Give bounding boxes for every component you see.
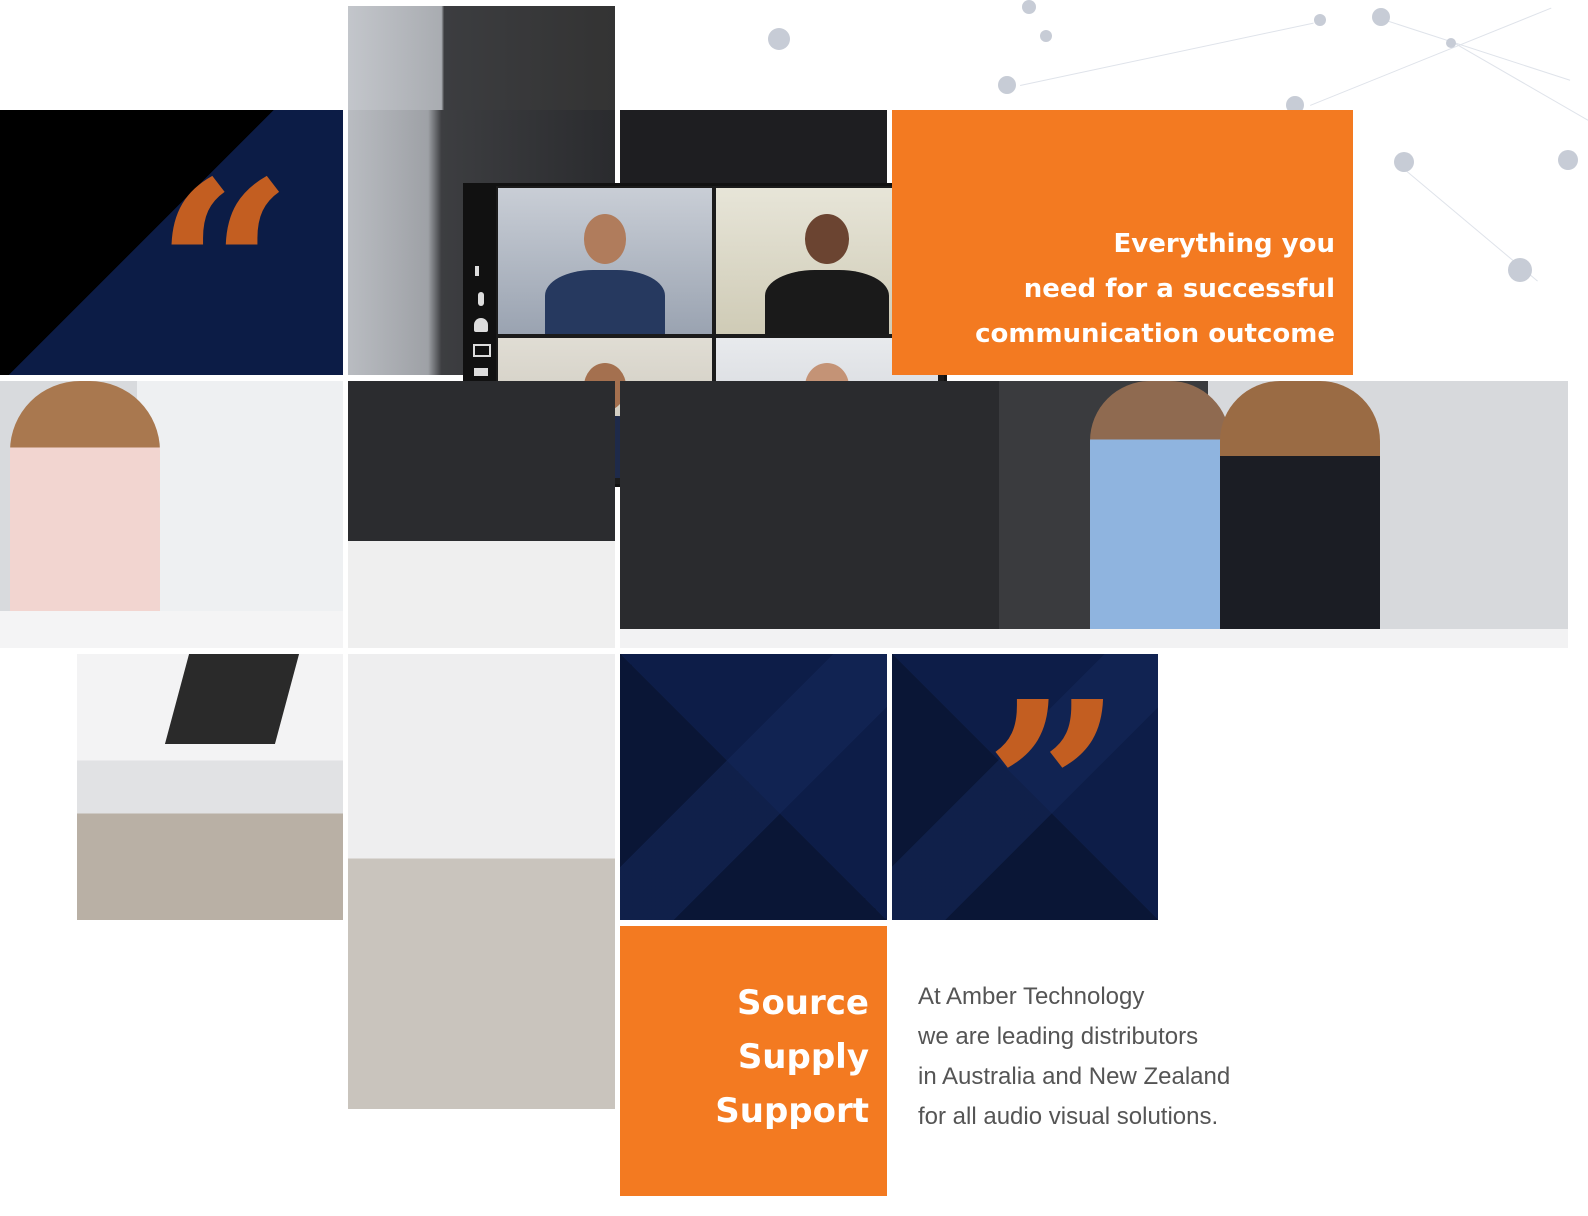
quote-close-tile: ” [892, 654, 1158, 920]
tagline-tile: Source Supply Support [620, 926, 887, 1196]
description-line-2: we are leading distributors [918, 1023, 1199, 1050]
headline-line-1: Everything you [1113, 229, 1335, 259]
headline-line-3: communication outcome [975, 319, 1335, 349]
quote-open-tile: “ [0, 110, 343, 375]
monitor-icon [473, 344, 491, 357]
description-line-3: in Australia and New Zealand [918, 1063, 1231, 1090]
camera-icon [474, 368, 488, 376]
tagline-support: Support [715, 1091, 869, 1131]
speaker-icon [475, 266, 491, 276]
headline-tile: Everything you need for a successful com… [892, 110, 1353, 375]
description-line-1: At Amber Technology [918, 983, 1145, 1010]
person-icon [474, 318, 488, 332]
close-quote-mark: ” [984, 654, 1123, 920]
microphone-icon [478, 292, 484, 306]
participant-tile-1 [498, 188, 712, 334]
company-description: At Amber Technology we are leading distr… [918, 977, 1338, 1137]
photo-room-center-left [348, 381, 615, 648]
tagline-supply: Supply [737, 1037, 869, 1077]
headline-line-2: need for a successful [1023, 274, 1335, 304]
tagline-source: Source [736, 983, 869, 1023]
navy-tile [620, 654, 887, 920]
photo-table-floor [348, 654, 615, 1109]
description-line-4: for all audio visual solutions. [918, 1103, 1219, 1130]
photo-woman-on-phone [0, 381, 343, 648]
photo-team-meeting [620, 381, 1568, 648]
open-quote-mark: “ [155, 129, 294, 375]
photo-tablet-hands [77, 654, 343, 920]
